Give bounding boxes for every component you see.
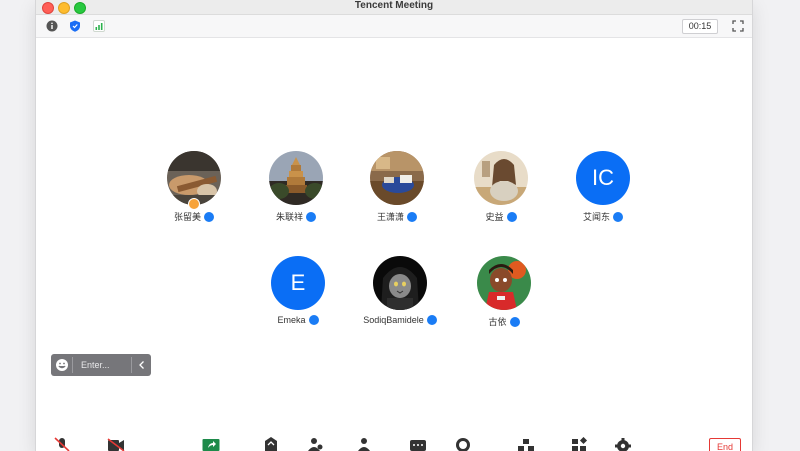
chat-input-bar[interactable]: Enter... [51,354,151,376]
layout-icon[interactable] [517,437,535,451]
participant-tile[interactable]: 张留美 [149,151,239,223]
meeting-window: Tencent Meeting 00:15 张留美 朱联祥 王潇潇 史益 IC … [36,0,752,451]
emoji-icon[interactable] [55,358,69,372]
top-toolbar: 00:15 [36,15,752,38]
participant-name: 古依 [488,317,507,327]
manage-members-icon[interactable] [306,437,324,451]
participant-name: SodiqBamidele [363,315,424,325]
participant-tile[interactable]: 古依 [459,256,549,328]
participant-name: 王潇潇 [376,212,404,222]
avatar [373,256,427,310]
chevron-left-icon[interactable] [135,358,149,372]
meeting-timer: 00:15 [682,19,718,34]
mic-active-icon [426,315,437,325]
record-icon[interactable] [454,437,472,451]
participant-name: 朱联祥 [275,212,303,222]
mic-active-icon [308,315,319,325]
mic-active-icon [407,211,417,222]
mic-active-icon [306,211,316,222]
title-bar: Tencent Meeting [36,0,752,15]
mic-active-icon [613,211,623,222]
participant-tile[interactable]: E Emeka [253,256,343,325]
participant-tile[interactable]: IC 艾闻东 [558,151,648,223]
host-badge-icon [188,198,200,210]
share-screen-icon[interactable] [202,437,220,451]
participant-tile[interactable]: SodiqBamidele [355,256,445,325]
stop-video-icon[interactable] [107,437,125,451]
invite-icon[interactable] [262,437,280,451]
mic-active-icon [509,316,520,327]
mic-active-icon [204,211,214,222]
participant-name: 史益 [485,212,504,222]
gear-icon[interactable] [614,437,632,451]
participant-name: Emeka [277,315,306,325]
info-icon[interactable] [46,20,58,32]
avatar [269,151,323,205]
avatar [370,151,424,205]
apps-icon[interactable] [571,437,589,451]
end-meeting-button[interactable]: End [709,438,741,451]
avatar [477,256,531,310]
mic-active-icon [506,211,517,222]
participant-name: 艾闻东 [582,212,610,222]
signal-strength-icon[interactable] [93,20,105,32]
chat-bubble-icon[interactable] [409,437,427,451]
participant-tile[interactable]: 朱联祥 [251,151,341,223]
chat-input-placeholder[interactable]: Enter... [81,354,110,376]
participant-tile[interactable]: 王潇潇 [352,151,442,223]
window-title: Tencent Meeting [354,0,434,11]
avatar [474,151,528,205]
divider [131,357,132,373]
fullscreen-icon[interactable] [732,20,744,32]
members-icon[interactable] [355,437,373,451]
avatar [167,151,221,205]
participant-tile[interactable]: 史益 [456,151,546,223]
divider [72,357,73,373]
avatar-initials: E [271,256,325,310]
security-shield-icon[interactable] [69,20,81,32]
avatar-initials: IC [576,151,630,205]
participant-name: 张留美 [173,212,201,222]
mute-mic-icon[interactable] [53,437,71,451]
